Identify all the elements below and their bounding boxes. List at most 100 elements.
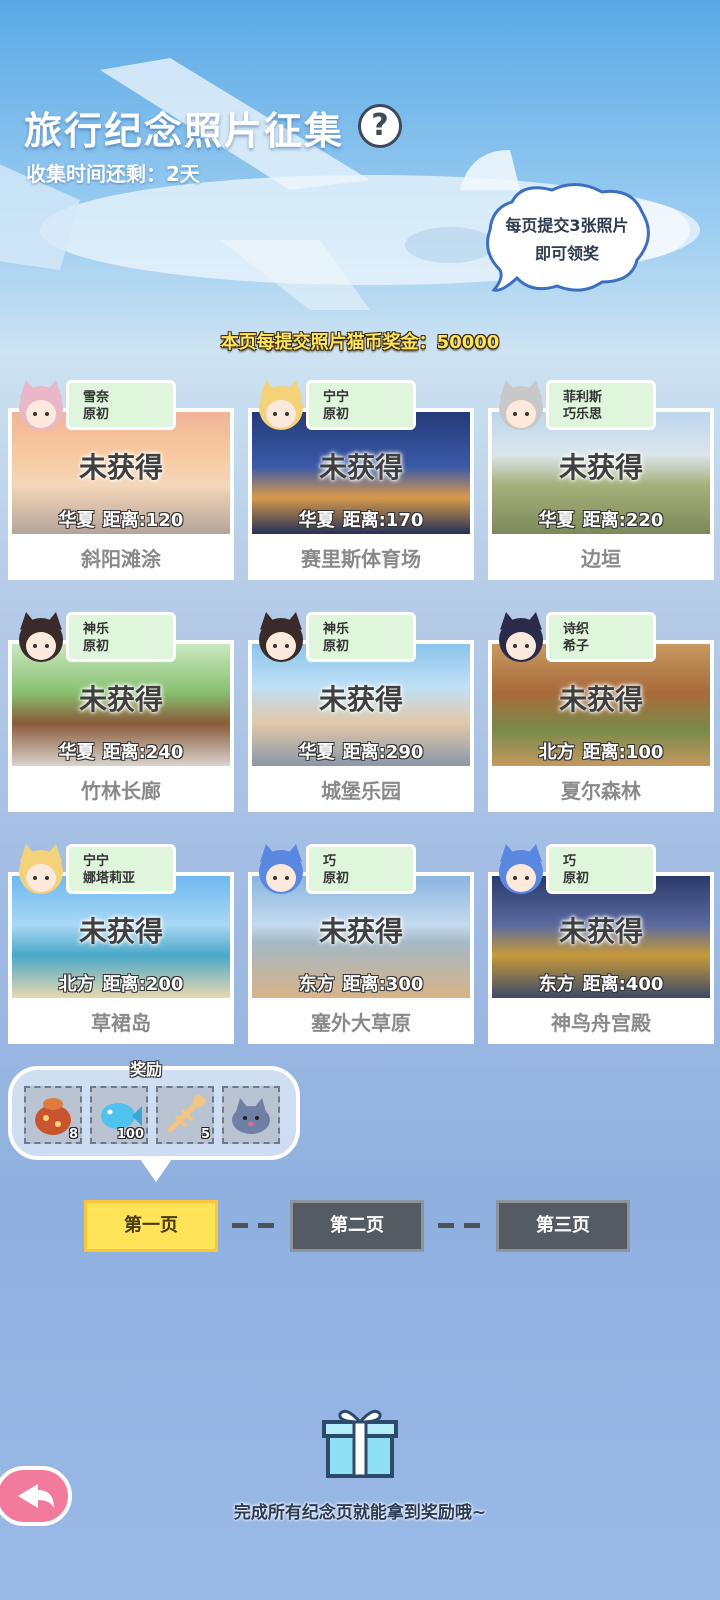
distance-label: 距离:400: [582, 974, 664, 995]
character-tag: 菲利斯 巧乐思: [546, 380, 656, 430]
page-title: 旅行纪念照片征集: [24, 109, 345, 153]
location-name: 塞外大草原: [248, 1002, 474, 1044]
character-name: 巧: [323, 854, 337, 869]
photo-card[interactable]: 未获得 北方 距离:100 夏尔森林 诗织 希子: [488, 606, 714, 814]
photo-status: 未获得: [558, 915, 643, 948]
distance-label: 距离:200: [102, 974, 184, 995]
location-name: 边垣: [488, 538, 714, 580]
reward-slot[interactable]: 8: [24, 1086, 82, 1144]
photo-location: 北方 距离:100: [492, 738, 710, 764]
region-label: 北方: [538, 742, 575, 763]
bonus-text: 本页每提交照片猫币奖金：50000: [220, 332, 500, 353]
time-remaining: 收集时间还剩：2天: [26, 162, 200, 186]
reward-slot[interactable]: 100: [90, 1086, 148, 1144]
distance-label: 距离:170: [342, 510, 424, 531]
location-name: 赛里斯体育场: [248, 538, 474, 580]
character-tag: 诗织 希子: [546, 612, 656, 662]
character-avatar: [19, 380, 63, 430]
photo-location: 华夏 距离:240: [12, 738, 230, 764]
character-avatar: [259, 844, 303, 894]
page-tab-3[interactable]: 第三页: [496, 1200, 630, 1252]
character-name: 宁宁: [323, 390, 350, 405]
photo-location: 华夏 距离:220: [492, 506, 710, 532]
page-separator: [232, 1223, 248, 1228]
gift-icon[interactable]: [322, 1404, 398, 1480]
page-tab-2[interactable]: 第二页: [290, 1200, 424, 1252]
location-name: 斜阳滩涂: [8, 538, 234, 580]
photo-card[interactable]: 未获得 华夏 距离:290 城堡乐园 神乐 原初: [248, 606, 474, 814]
bubble-line-1: 每页提交3张照片: [505, 216, 629, 235]
region-label: 华夏: [298, 510, 335, 531]
character-outfit: 希子: [563, 639, 590, 654]
character-outfit: 原初: [83, 407, 110, 422]
reward-panel-tail: [138, 1156, 174, 1182]
reward-count: 5: [200, 1127, 210, 1142]
character-tag: 巧原初: [546, 844, 656, 894]
region-label: 北方: [58, 974, 95, 995]
character-outfit: 原初: [323, 871, 350, 886]
region-label: 华夏: [298, 742, 335, 763]
photo-card[interactable]: 未获得华夏 距离:240 竹林长廊 神乐原初: [8, 606, 234, 814]
character-outfit: 巧乐思: [563, 407, 603, 422]
reward-slot[interactable]: 5: [156, 1086, 214, 1144]
character-tag: 宁宁 原初: [306, 380, 416, 430]
photo-location: 北方 距离:200: [12, 970, 230, 996]
location-name: 神鸟舟宫殿: [488, 1002, 714, 1044]
back-arrow-icon: [18, 1484, 54, 1508]
character-outfit: 原初: [323, 639, 350, 654]
character-tag: 雪奈 原初: [66, 380, 176, 430]
page-tab-1[interactable]: 第一页: [84, 1200, 218, 1252]
photo-card[interactable]: 未获得华夏 距离:120 斜阳滩涂 雪奈原初: [8, 374, 234, 582]
page-separator: [258, 1223, 274, 1228]
region-label: 东方: [298, 974, 335, 995]
photo-location: 华夏 距离:170: [252, 506, 470, 532]
back-button[interactable]: [0, 1466, 72, 1526]
photo-location: 华夏 距离:120: [12, 506, 230, 532]
character-tag: 宁宁 娜塔莉亚: [66, 844, 176, 894]
distance-label: 距离:300: [342, 974, 424, 995]
character-name: 巧: [563, 854, 577, 869]
photo-card[interactable]: 未获得 华夏 距离:170 赛里斯体育场 宁宁 原初: [248, 374, 474, 582]
reward-count: 8: [68, 1127, 78, 1142]
reward-count: 100: [116, 1127, 144, 1142]
region-label: 华夏: [58, 510, 95, 531]
character-outfit: 原初: [563, 871, 590, 886]
character-tag: 神乐 原初: [66, 612, 176, 662]
character-outfit: 原初: [323, 407, 350, 422]
character-outfit: 原初: [83, 639, 110, 654]
location-name: 城堡乐园: [248, 770, 474, 812]
photo-location: 东方 距离:300: [252, 970, 470, 996]
character-name: 菲利斯: [563, 390, 603, 405]
character-avatar: [259, 380, 303, 430]
photo-card[interactable]: 未获得华夏 距离:220 边垣 菲利斯巧乐思: [488, 374, 714, 582]
character-avatar: [499, 612, 543, 662]
photo-card[interactable]: 未获得 北方 距离:200 草裙岛 宁宁 娜塔莉亚: [8, 838, 234, 1046]
character-name: 神乐: [323, 622, 350, 637]
reward-title: 奖励: [130, 1060, 163, 1079]
photo-location: 华夏 距离:290: [252, 738, 470, 764]
character-name: 神乐: [83, 622, 110, 637]
region-label: 华夏: [58, 742, 95, 763]
footer-hint: 完成所有纪念页就能拿到奖励哦~: [233, 1503, 487, 1523]
character-avatar: [259, 612, 303, 662]
photo-status: 未获得: [558, 451, 643, 484]
page-separator: [438, 1223, 454, 1228]
page-separator: [464, 1223, 480, 1228]
bubble-line-2: 即可领奖: [534, 244, 599, 263]
character-avatar: [499, 844, 543, 894]
cat-plush-icon: [232, 1098, 270, 1134]
region-label: 东方: [538, 974, 575, 995]
photo-card[interactable]: 未获得东方 距离:400 神鸟舟宫殿 巧原初: [488, 838, 714, 1046]
photo-location: 东方 距离:400: [492, 970, 710, 996]
character-tag: 巧原初: [306, 844, 416, 894]
photo-status: 未获得: [78, 915, 163, 948]
character-name: 雪奈: [83, 390, 110, 405]
help-icon[interactable]: ?: [358, 104, 402, 148]
photo-status: 未获得: [78, 683, 163, 716]
bubble-text: 每页提交3张照片 即可领奖: [486, 212, 648, 268]
reward-slot[interactable]: [222, 1086, 280, 1144]
location-name: 竹林长廊: [8, 770, 234, 812]
distance-label: 距离:100: [582, 742, 664, 763]
photo-status: 未获得: [78, 451, 163, 484]
photo-card[interactable]: 未获得 东方 距离:300 塞外大草原 巧原初: [248, 838, 474, 1046]
